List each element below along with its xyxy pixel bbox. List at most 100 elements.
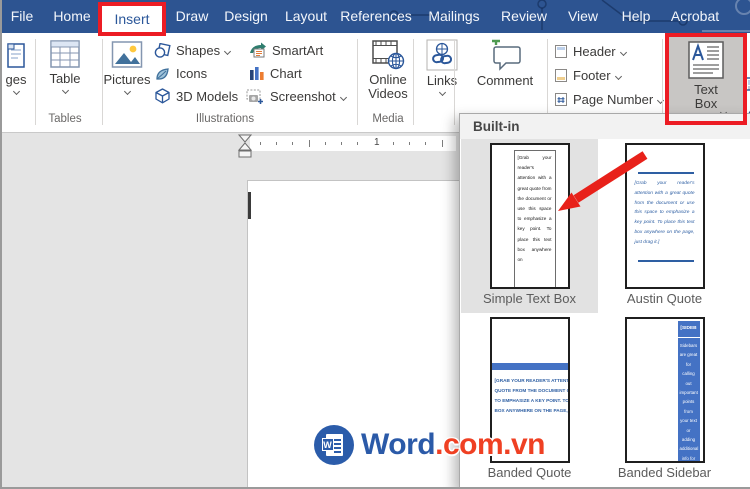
chart-button[interactable]: Chart xyxy=(248,63,302,83)
footer-label: Footer xyxy=(573,67,611,83)
ruler-tick xyxy=(325,142,326,145)
ruler-tick xyxy=(292,142,293,145)
gallery-item-austin-quote[interactable]: [Grab your reader's attention with a gre… xyxy=(599,139,730,313)
word-window: File Home Insert Draw Design Layout Refe… xyxy=(0,0,750,489)
tab-draw[interactable]: Draw xyxy=(170,0,214,33)
ruler-tick xyxy=(309,140,310,147)
icons-label: Icons xyxy=(176,65,208,81)
horizontal-ruler[interactable]: 1 xyxy=(250,136,456,151)
ruler-tick xyxy=(425,142,426,145)
preview-text: TO EMPHASIZE A KEY POINT. TO PLACE xyxy=(494,398,569,403)
online-videos-button[interactable]: Online Videos xyxy=(363,36,413,124)
ruler-tick xyxy=(357,142,358,145)
group-divider xyxy=(35,39,36,125)
links-button[interactable]: Links xyxy=(418,36,466,124)
tab-file[interactable]: File xyxy=(4,0,40,33)
gallery-section-header: Built-in xyxy=(460,114,750,139)
tab-review[interactable]: Review xyxy=(498,0,550,33)
chevron-down-icon xyxy=(224,47,232,55)
tab-design[interactable]: Design xyxy=(218,0,274,33)
header-icon xyxy=(555,44,567,58)
header-button[interactable]: Header xyxy=(554,41,627,61)
pictures-label: Pictures xyxy=(103,72,151,87)
picture-icon xyxy=(111,41,143,68)
ruler-tick xyxy=(260,142,261,145)
ruler-tick xyxy=(393,142,394,145)
page-icon xyxy=(7,43,25,68)
text-cursor xyxy=(248,192,251,219)
3d-models-button[interactable]: 3D Models xyxy=(154,86,256,106)
word-logo-icon: W xyxy=(314,425,354,465)
ruler-tick xyxy=(341,142,342,145)
footer-icon xyxy=(555,68,567,82)
chevron-down-icon xyxy=(339,93,347,101)
comment-label: Comment xyxy=(476,73,534,88)
gallery-item-label: Austin Quote xyxy=(626,291,703,306)
preview-text: [Grab your reader's attention with a gre… xyxy=(634,181,695,245)
screenshot-label: Screenshot xyxy=(270,88,336,104)
text-box-label: Text Box xyxy=(694,82,718,111)
tab-help[interactable]: Help xyxy=(614,0,658,33)
gallery-item-banded-sidebar[interactable]: [SIDEB Sidebars are great for calling ou… xyxy=(599,313,730,487)
online-videos-label: Online Videos xyxy=(368,72,408,101)
austin-quote-preview: [Grab your reader's attention with a gre… xyxy=(624,143,705,289)
pages-button[interactable]: ges xyxy=(2,36,34,124)
gallery-item-simple-text-box[interactable]: [Grab your reader's attention with a gre… xyxy=(461,139,598,313)
footer-button[interactable]: Footer xyxy=(554,65,622,85)
group-label-tables: Tables xyxy=(48,113,82,125)
screenshot-button[interactable]: Screenshot xyxy=(245,86,347,106)
preview-text: QUOTE FROM THE DOCUMENT OR USE xyxy=(494,388,568,393)
header-label: Header xyxy=(573,43,616,59)
ruler-tick xyxy=(409,142,410,145)
smartart-button[interactable]: SmartArt xyxy=(248,40,323,60)
chart-label: Chart xyxy=(270,65,302,81)
banded-sidebar-preview: [SIDEB Sidebars are great for calling ou… xyxy=(624,317,705,463)
cube-icon xyxy=(155,88,170,104)
preview-text: BOX ANYWHERE ON THE PAGE, JUST DR xyxy=(494,408,568,413)
smartart-icon xyxy=(250,42,266,58)
online-video-icon xyxy=(372,40,405,70)
chevron-down-icon xyxy=(657,96,665,104)
table-button[interactable]: Table xyxy=(42,36,88,124)
chart-icon xyxy=(250,66,264,80)
watermark: W Word.com.vn xyxy=(314,425,545,465)
group-label-media: Media xyxy=(372,113,404,125)
tab-insert[interactable]: Insert xyxy=(98,2,166,36)
chevron-down-icon xyxy=(438,88,446,97)
preview-text: Sidebars are great for calling out impor… xyxy=(679,343,699,461)
tab-references[interactable]: References xyxy=(338,0,414,33)
leaf-icon xyxy=(156,67,169,80)
ruler-inch-label: 1 xyxy=(374,137,380,148)
text-box-button[interactable]: Text Box xyxy=(669,36,743,124)
group-divider xyxy=(413,39,414,125)
pictures-button[interactable]: Pictures xyxy=(103,36,151,124)
chevron-down-icon xyxy=(123,87,131,96)
page-number-button[interactable]: Page Number xyxy=(554,89,665,109)
tab-view[interactable]: View xyxy=(562,0,604,33)
comment-icon xyxy=(492,39,521,71)
sidebar-title: [SIDEB xyxy=(677,321,700,338)
shapes-button[interactable]: Shapes xyxy=(154,40,232,60)
chevron-down-icon xyxy=(12,87,20,96)
3d-models-label: 3D Models xyxy=(176,88,239,104)
tab-acrobat[interactable]: Acrobat xyxy=(666,0,724,33)
links-label: Links xyxy=(426,73,458,88)
pages-label: ges xyxy=(5,72,27,87)
gallery-item-label: Simple Text Box xyxy=(483,291,576,306)
smartart-label: SmartArt xyxy=(272,42,324,58)
group-divider xyxy=(357,39,358,125)
gallery-item-label: Banded Quote xyxy=(487,465,572,480)
indent-markers[interactable] xyxy=(238,134,252,158)
quick-parts-icon[interactable] xyxy=(745,77,750,91)
icons-button[interactable]: Icons xyxy=(154,63,207,83)
camera-icon xyxy=(246,89,263,104)
preview-text: [GRAB YOUR READER'S ATTENTION WI xyxy=(494,378,570,383)
comment-button[interactable]: Comment xyxy=(470,36,540,124)
tab-mailings[interactable]: Mailings xyxy=(424,0,484,33)
tab-layout[interactable]: Layout xyxy=(278,0,334,33)
ruler-tick xyxy=(442,140,443,147)
tab-home[interactable]: Home xyxy=(48,0,96,33)
watermark-domain: .com.vn xyxy=(435,428,545,461)
group-label-illustrations: Illustrations xyxy=(195,113,255,125)
ribbon-tab-bar: File Home Insert Draw Design Layout Refe… xyxy=(2,0,750,36)
